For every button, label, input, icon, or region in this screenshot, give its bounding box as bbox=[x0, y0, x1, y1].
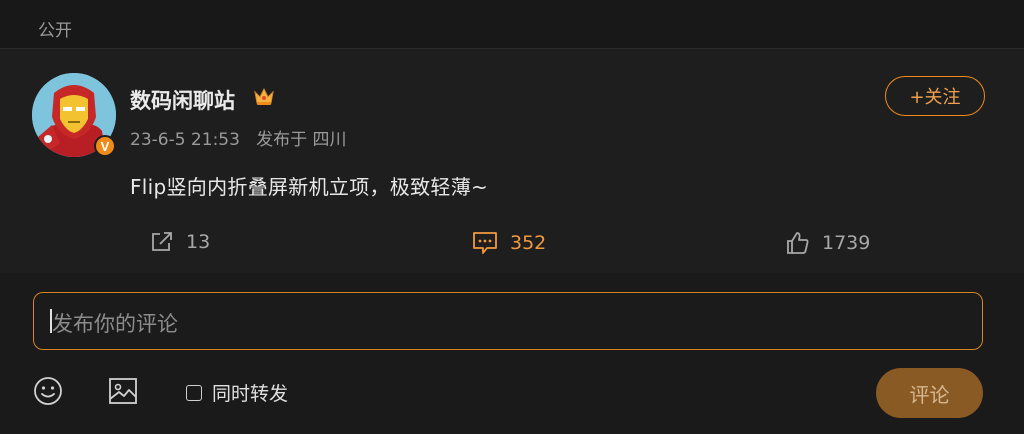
comment-icon bbox=[473, 232, 497, 254]
post-source: 发布于 四川 bbox=[256, 130, 347, 150]
share-count: 13 bbox=[186, 231, 211, 253]
verified-badge: V bbox=[94, 135, 116, 157]
emoji-button[interactable] bbox=[33, 376, 63, 410]
emoji-icon bbox=[34, 377, 62, 405]
post-card: V 数码闲聊站 23-6-5 21:53 发布于 四川 +关注 Flip竖向内折… bbox=[0, 49, 1024, 273]
comment-placeholder: 发布你的评论 bbox=[52, 312, 178, 336]
avatar-container[interactable]: V bbox=[32, 73, 116, 157]
thumbs-up-icon bbox=[787, 232, 809, 254]
post-meta: 23-6-5 21:53 发布于 四川 bbox=[130, 125, 347, 150]
comment-input[interactable]: 发布你的评论 bbox=[33, 292, 983, 350]
header-bar: 公开 bbox=[0, 0, 1024, 49]
repost-option[interactable]: 同时转发 bbox=[186, 379, 288, 406]
image-button[interactable] bbox=[108, 376, 138, 410]
follow-button[interactable]: +关注 bbox=[885, 76, 985, 116]
comment-action[interactable]: 352 bbox=[472, 231, 546, 255]
comment-count: 352 bbox=[510, 232, 547, 254]
image-icon bbox=[109, 378, 137, 404]
comment-composer: 发布你的评论 同时转发 评论 bbox=[0, 274, 1024, 434]
post-date: 23-6-5 21:53 bbox=[130, 130, 240, 150]
submit-comment-button[interactable]: 评论 bbox=[876, 368, 983, 418]
like-action[interactable]: 1739 bbox=[786, 231, 870, 255]
like-count: 1739 bbox=[822, 232, 871, 254]
visibility-label: 公开 bbox=[38, 21, 72, 41]
repost-label: 同时转发 bbox=[212, 383, 289, 405]
username[interactable]: 数码闲聊站 bbox=[130, 85, 235, 115]
share-action[interactable]: 13 bbox=[150, 231, 210, 253]
post-content: Flip竖向内折叠屏新机立项，极致轻薄~ bbox=[130, 175, 489, 199]
crown-icon bbox=[252, 85, 276, 107]
share-icon bbox=[152, 232, 172, 251]
repost-checkbox[interactable] bbox=[186, 384, 202, 401]
